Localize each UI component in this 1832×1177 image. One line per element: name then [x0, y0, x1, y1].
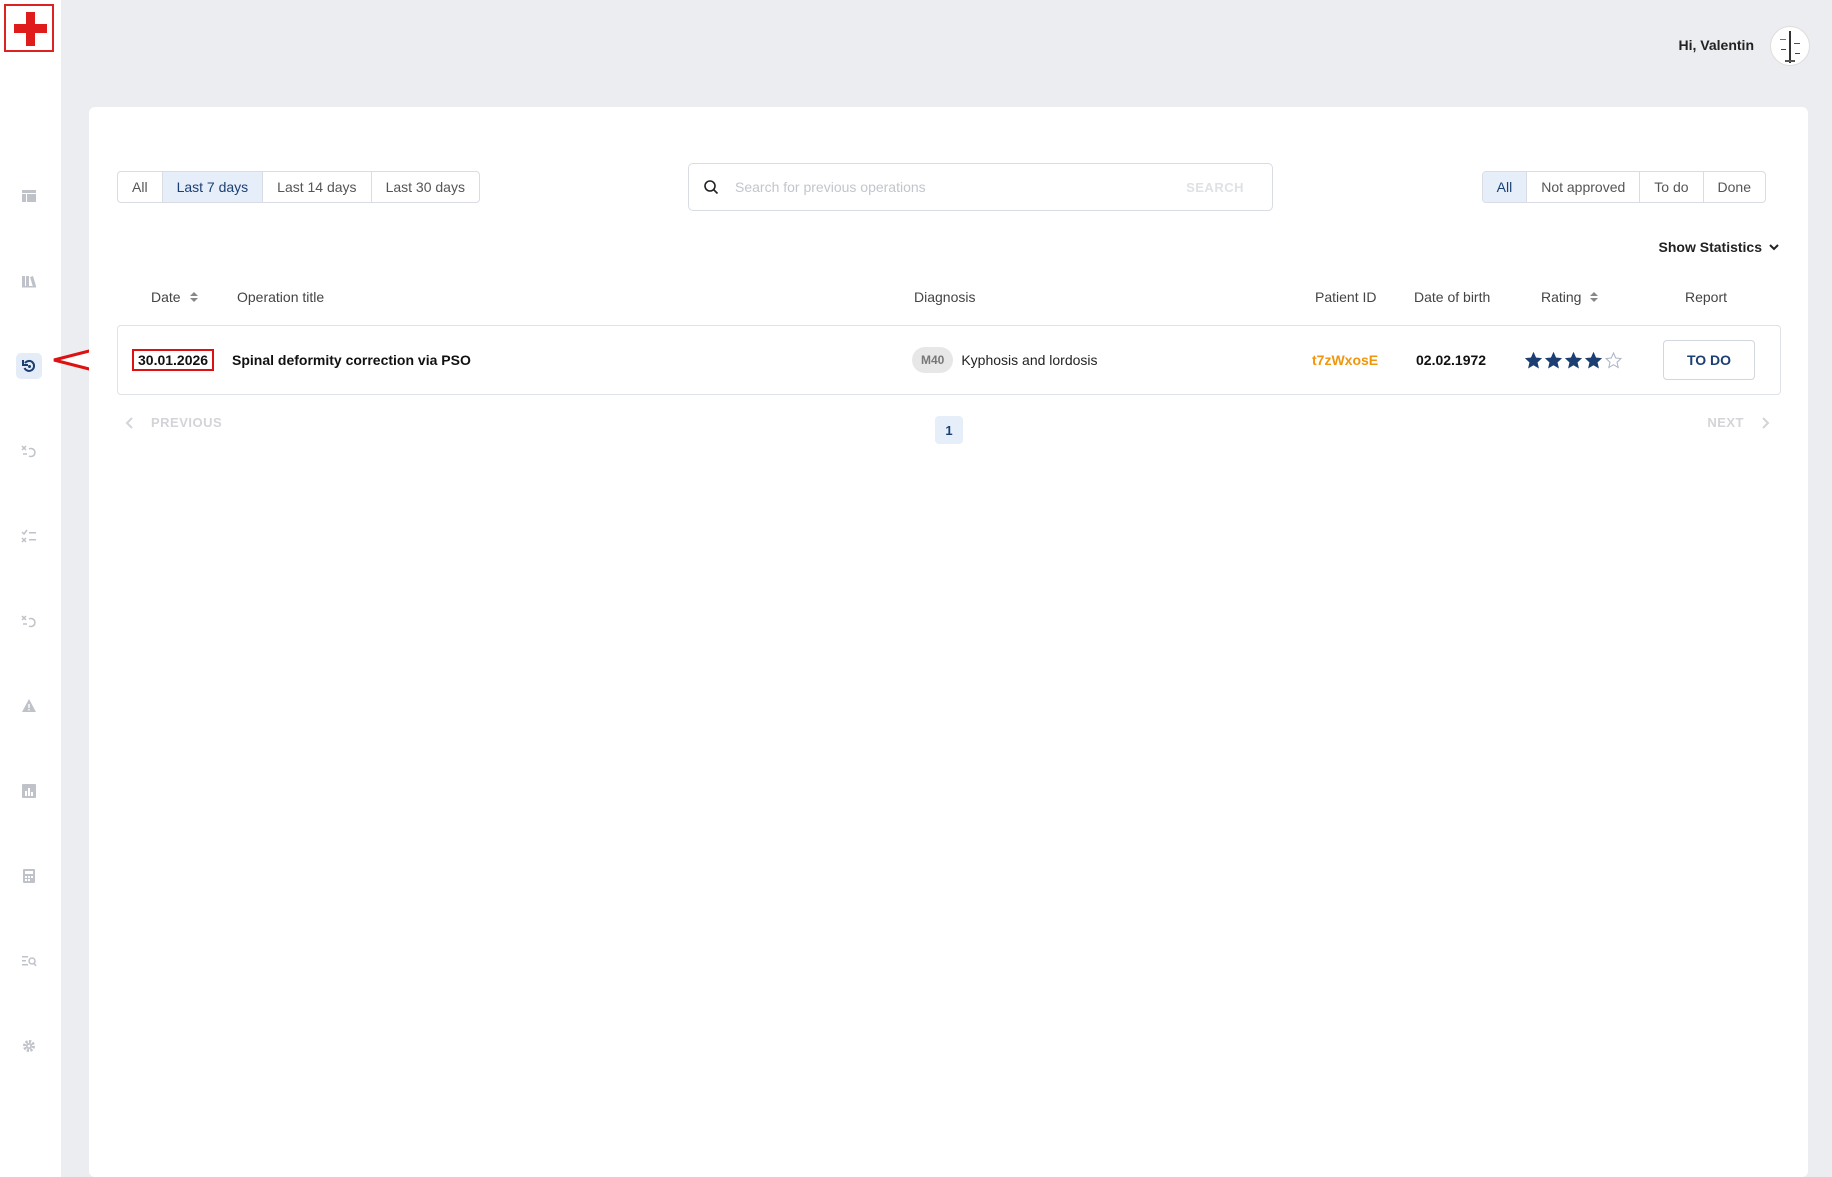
column-header-diagnosis: Diagnosis — [914, 289, 976, 305]
checklist-icon — [21, 529, 36, 543]
rating-stars[interactable] — [1525, 351, 1622, 369]
star-filled-icon[interactable] — [1525, 351, 1542, 369]
dashboard-icon — [22, 190, 36, 202]
sidebar-item-library[interactable] — [16, 268, 42, 294]
report-todo-button[interactable]: TO DO — [1663, 340, 1755, 380]
status-filter-done[interactable]: Done — [1704, 172, 1765, 202]
star-filled-icon[interactable] — [1585, 351, 1602, 369]
table-row[interactable]: 30.01.2026 Spinal deformity correction v… — [117, 325, 1781, 395]
sidebar — [0, 0, 61, 1177]
sidebar-item-rejected[interactable] — [16, 438, 42, 464]
patient-id[interactable]: t7zWxosE — [1312, 352, 1378, 368]
period-filter: All Last 7 days Last 14 days Last 30 day… — [117, 171, 480, 203]
list-search-icon — [22, 956, 37, 967]
previous-page-button[interactable]: PREVIOUS — [125, 415, 222, 430]
rejected-history-icon — [21, 615, 36, 628]
history-icon — [22, 359, 36, 372]
column-header-date[interactable]: Date — [151, 289, 199, 305]
period-filter-last-7-days[interactable]: Last 7 days — [162, 172, 264, 202]
page-number-current[interactable]: 1 — [935, 416, 963, 444]
diagnosis-code-badge: M40 — [912, 347, 954, 373]
next-page-button[interactable]: NEXT — [1707, 415, 1770, 430]
show-statistics-label: Show Statistics — [1658, 239, 1762, 255]
search-bar: SEARCH — [688, 163, 1273, 211]
chevron-down-icon — [1769, 244, 1779, 251]
status-filter-all[interactable]: All — [1482, 172, 1528, 202]
status-filter: All Not approved To do Done — [1481, 171, 1766, 203]
sort-icon — [189, 292, 198, 302]
column-header-patient-id: Patient ID — [1315, 289, 1377, 305]
search-icon — [704, 180, 719, 195]
column-header-rating[interactable]: Rating — [1541, 289, 1599, 305]
logo[interactable] — [4, 4, 54, 52]
avatar[interactable] — [1770, 26, 1810, 66]
column-header-date-of-birth: Date of birth — [1414, 289, 1491, 305]
sidebar-item-settings[interactable] — [16, 1033, 42, 1059]
sidebar-item-rejected-2[interactable] — [16, 608, 42, 634]
user-greeting: Hi, Valentin — [1678, 37, 1754, 53]
sidebar-item-history[interactable] — [16, 353, 42, 379]
search-button[interactable]: SEARCH — [1186, 180, 1244, 195]
warning-icon — [22, 699, 36, 712]
sort-icon — [1590, 292, 1599, 302]
diagnosis-text: Kyphosis and lordosis — [961, 352, 1098, 368]
sidebar-item-statistics[interactable] — [16, 778, 42, 804]
date-of-birth: 02.02.1972 — [1416, 352, 1487, 368]
sidebar-item-warnings[interactable] — [16, 693, 42, 719]
gear-icon — [23, 1040, 35, 1052]
library-icon — [22, 276, 36, 288]
column-header-report: Report — [1685, 289, 1728, 305]
sidebar-item-calculator[interactable] — [16, 863, 42, 889]
star-filled-icon[interactable] — [1545, 351, 1562, 369]
star-empty-icon[interactable] — [1605, 351, 1622, 369]
calculator-icon — [23, 869, 35, 883]
period-filter-last-30-days[interactable]: Last 30 days — [372, 172, 479, 202]
rejected-history-icon — [21, 445, 36, 458]
chevron-left-icon — [125, 416, 133, 429]
sidebar-item-checklist[interactable] — [16, 523, 42, 549]
sidebar-item-search-list[interactable] — [16, 948, 42, 974]
column-header-operation-title: Operation title — [237, 289, 325, 305]
sidebar-item-dashboard[interactable] — [16, 183, 42, 209]
operation-title: Spinal deformity correction via PSO — [232, 352, 471, 368]
period-filter-last-14-days[interactable]: Last 14 days — [263, 172, 372, 202]
chevron-right-icon — [1762, 416, 1770, 429]
operations-card: All Last 7 days Last 14 days Last 30 day… — [89, 107, 1808, 1177]
search-input[interactable] — [735, 179, 1187, 195]
status-filter-not-approved[interactable]: Not approved — [1527, 172, 1641, 202]
show-statistics-toggle[interactable]: Show Statistics — [1659, 239, 1780, 255]
status-filter-to-do[interactable]: To do — [1640, 172, 1704, 202]
bar-chart-icon — [22, 784, 36, 798]
period-filter-all[interactable]: All — [118, 172, 163, 202]
star-filled-icon[interactable] — [1565, 351, 1582, 369]
operation-date: 30.01.2026 — [132, 349, 215, 371]
